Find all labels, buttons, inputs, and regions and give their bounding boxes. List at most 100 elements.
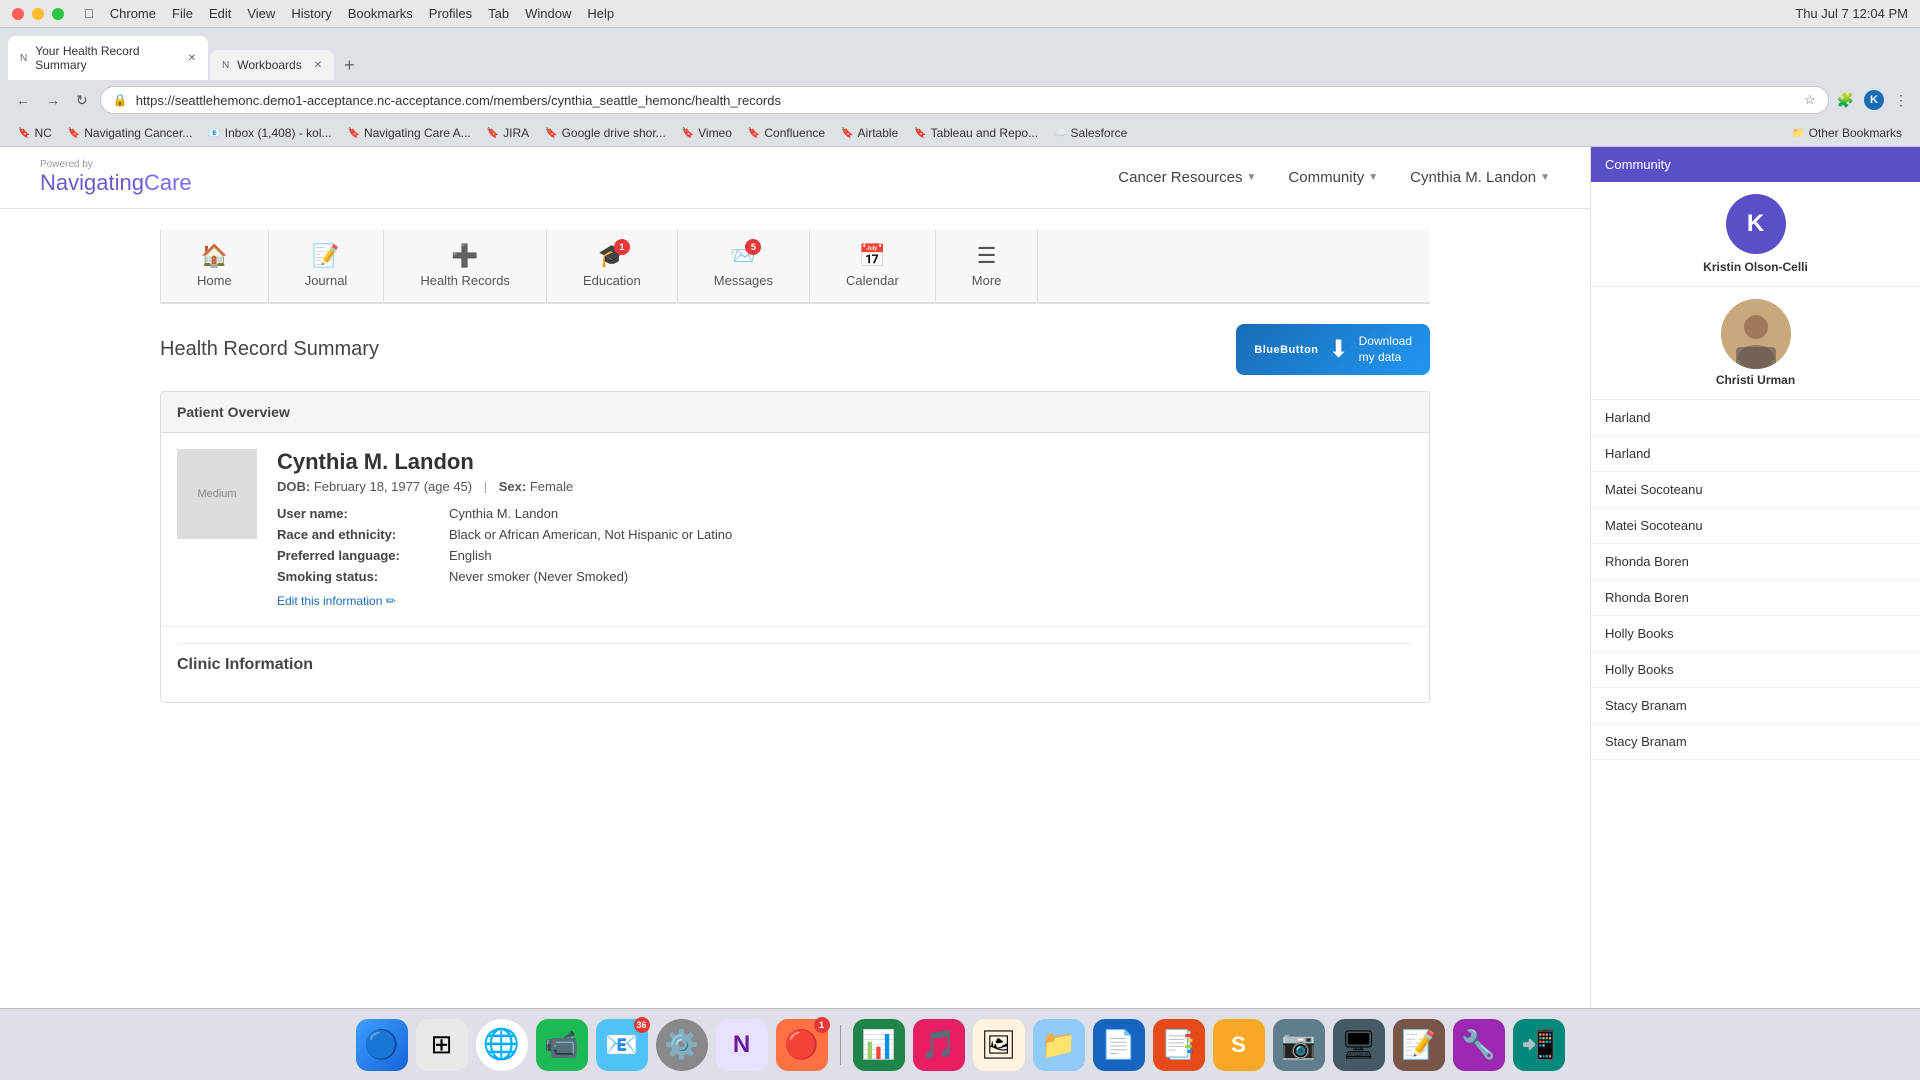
- list-item[interactable]: Matei Socoteanu: [1591, 508, 1920, 544]
- dock-word[interactable]: 📄: [1093, 1019, 1145, 1071]
- mac-apple-menu[interactable]: : [84, 6, 94, 21]
- tab-close-1[interactable]: ✕: [188, 53, 196, 64]
- language-label: Preferred language:: [277, 548, 437, 563]
- blue-button-widget[interactable]: BlueButton ⬇ Download my data: [1236, 324, 1430, 375]
- dock-app1[interactable]: 🔴 1: [776, 1019, 828, 1071]
- dock-app6[interactable]: 🔧: [1453, 1019, 1505, 1071]
- mac-maximize-button[interactable]: [52, 8, 64, 20]
- logo-area: Powered by NavigatingCare: [40, 159, 192, 196]
- mac-history-menu[interactable]: History: [291, 6, 331, 21]
- refresh-button[interactable]: ↻: [72, 88, 92, 113]
- dock-files[interactable]: 📁: [1033, 1019, 1085, 1071]
- bookmark-icon-confluence: 🔖: [748, 128, 760, 139]
- list-item[interactable]: Holly Books: [1591, 616, 1920, 652]
- browser-tab-health-records[interactable]: N Your Health Record Summary ✕: [8, 36, 208, 80]
- bookmark-inbox[interactable]: 📧 Inbox (1,408) - kol...: [202, 124, 337, 142]
- dock-app5[interactable]: 📝: [1393, 1019, 1445, 1071]
- more-options-icon[interactable]: ⋮: [1894, 92, 1908, 109]
- mac-tab-menu[interactable]: Tab: [488, 6, 509, 21]
- chat-item-name: Stacy Branam: [1605, 698, 1906, 713]
- mac-window-controls[interactable]: [12, 8, 64, 20]
- bookmark-jira[interactable]: 🔖 JIRA: [481, 124, 535, 142]
- page-body: Health Record Summary BlueButton ⬇ Downl…: [0, 304, 1590, 1008]
- nav-journal[interactable]: 📝 Journal: [269, 229, 385, 302]
- dock-app3[interactable]: 📷: [1273, 1019, 1325, 1071]
- tab-close-2[interactable]: ✕: [314, 60, 322, 71]
- forward-button[interactable]: →: [42, 88, 64, 112]
- mac-chrome-menu[interactable]: Chrome: [110, 6, 156, 21]
- bookmark-vimeo[interactable]: 🔖 Vimeo: [676, 124, 738, 142]
- dock-mail[interactable]: 📧 36: [596, 1019, 648, 1071]
- patient-details: Cynthia M. Landon DOB: February 18, 1977…: [277, 449, 1413, 610]
- nav-health-records[interactable]: ➕ Health Records: [384, 229, 547, 302]
- profile-icon[interactable]: K: [1864, 90, 1884, 110]
- dock-app4[interactable]: 🖥: [1333, 1019, 1385, 1071]
- edit-info-link[interactable]: Edit this information ✏: [277, 594, 396, 608]
- mac-edit-menu[interactable]: Edit: [209, 6, 231, 21]
- dock-music[interactable]: 🎵: [913, 1019, 965, 1071]
- mac-help-menu[interactable]: Help: [587, 6, 614, 21]
- new-tab-button[interactable]: +: [336, 51, 363, 80]
- mac-view-menu[interactable]: View: [247, 6, 275, 21]
- app5-icon: 📝: [1401, 1028, 1436, 1061]
- mac-window-menu[interactable]: Window: [525, 6, 571, 21]
- bookmark-navigating-cancer[interactable]: 🔖 Navigating Cancer...: [62, 124, 199, 142]
- nav-education[interactable]: 1 🎓 Education: [547, 229, 678, 302]
- bookmark-gdrive[interactable]: 🔖 Google drive shor...: [539, 124, 672, 142]
- nav-more[interactable]: ☰ More: [936, 229, 1039, 302]
- list-item[interactable]: Rhonda Boren: [1591, 544, 1920, 580]
- mac-close-button[interactable]: [12, 8, 24, 20]
- bookmark-airtable[interactable]: 🔖 Airtable: [835, 124, 904, 142]
- dock-navigating-n[interactable]: N: [716, 1019, 768, 1071]
- mac-bookmarks-menu[interactable]: Bookmarks: [348, 6, 413, 21]
- mac-file-menu[interactable]: File: [172, 6, 193, 21]
- mac-profiles-menu[interactable]: Profiles: [429, 6, 472, 21]
- browser-tab-workboards[interactable]: N Workboards ✕: [210, 50, 334, 80]
- mac-menu-bar[interactable]:  Chrome File Edit View History Bookmark…: [84, 6, 614, 21]
- dock-app7[interactable]: 📲: [1513, 1019, 1565, 1071]
- dock-powerpoint[interactable]: 📑: [1153, 1019, 1205, 1071]
- nav-messages[interactable]: 5 📨 Messages: [678, 229, 810, 302]
- christi-avatar: [1721, 299, 1791, 369]
- user-nav-label: Cynthia M. Landon: [1410, 169, 1536, 186]
- dock-launchpad[interactable]: ⊞: [416, 1019, 468, 1071]
- dock-chrome[interactable]: 🌐: [476, 1019, 528, 1071]
- address-bar[interactable]: 🔒 ☆: [100, 86, 1829, 114]
- list-item[interactable]: Holly Books: [1591, 652, 1920, 688]
- nav-calendar[interactable]: 📅 Calendar: [810, 229, 936, 302]
- bookmark-salesforce[interactable]: ☁️ Salesforce: [1048, 124, 1133, 142]
- list-item[interactable]: Stacy Branam: [1591, 724, 1920, 760]
- dock-preview[interactable]: 🖼: [973, 1019, 1025, 1071]
- race-label: Race and ethnicity:: [277, 527, 437, 542]
- bookmark-confluence[interactable]: 🔖 Confluence: [742, 124, 831, 142]
- nav-home[interactable]: 🏠 Home: [160, 229, 269, 302]
- list-item[interactable]: Stacy Branam: [1591, 688, 1920, 724]
- patient-info-row: Medium Cynthia M. Landon DOB: February 1…: [177, 449, 1413, 610]
- bookmark-nc[interactable]: 🔖 NC: [12, 124, 58, 142]
- dock-finder[interactable]: 🔵: [356, 1019, 408, 1071]
- cancer-resources-nav[interactable]: Cancer Resources ▼: [1118, 169, 1256, 186]
- back-button[interactable]: ←: [12, 88, 34, 112]
- dock-excel[interactable]: 📊: [853, 1019, 905, 1071]
- url-input[interactable]: [136, 93, 1796, 108]
- dock-app2[interactable]: S: [1213, 1019, 1265, 1071]
- app-logo[interactable]: NavigatingCare: [40, 170, 192, 196]
- bookmark-star-icon[interactable]: ☆: [1804, 92, 1816, 108]
- list-item[interactable]: Harland: [1591, 400, 1920, 436]
- bookmark-navigating-care[interactable]: 🔖 Navigating Care A...: [341, 124, 476, 142]
- tab-favicon-1: N: [20, 53, 27, 64]
- list-item[interactable]: Rhonda Boren: [1591, 580, 1920, 616]
- mac-minimize-button[interactable]: [32, 8, 44, 20]
- calendar-icon: 📅: [859, 243, 886, 269]
- dock-facetime[interactable]: 📹: [536, 1019, 588, 1071]
- user-nav[interactable]: Cynthia M. Landon ▼: [1410, 169, 1550, 186]
- dock-system-prefs[interactable]: ⚙️: [656, 1019, 708, 1071]
- username-value: Cynthia M. Landon: [449, 506, 1413, 521]
- bookmark-tableau[interactable]: 🔖 Tableau and Repo...: [908, 124, 1044, 142]
- mac-clock: Thu Jul 7 12:04 PM: [1795, 6, 1908, 21]
- bookmark-other[interactable]: 📁 Other Bookmarks: [1786, 124, 1908, 142]
- list-item[interactable]: Harland: [1591, 436, 1920, 472]
- community-nav[interactable]: Community ▼: [1288, 169, 1378, 186]
- extensions-icon[interactable]: 🧩: [1837, 92, 1854, 109]
- list-item[interactable]: Matei Socoteanu: [1591, 472, 1920, 508]
